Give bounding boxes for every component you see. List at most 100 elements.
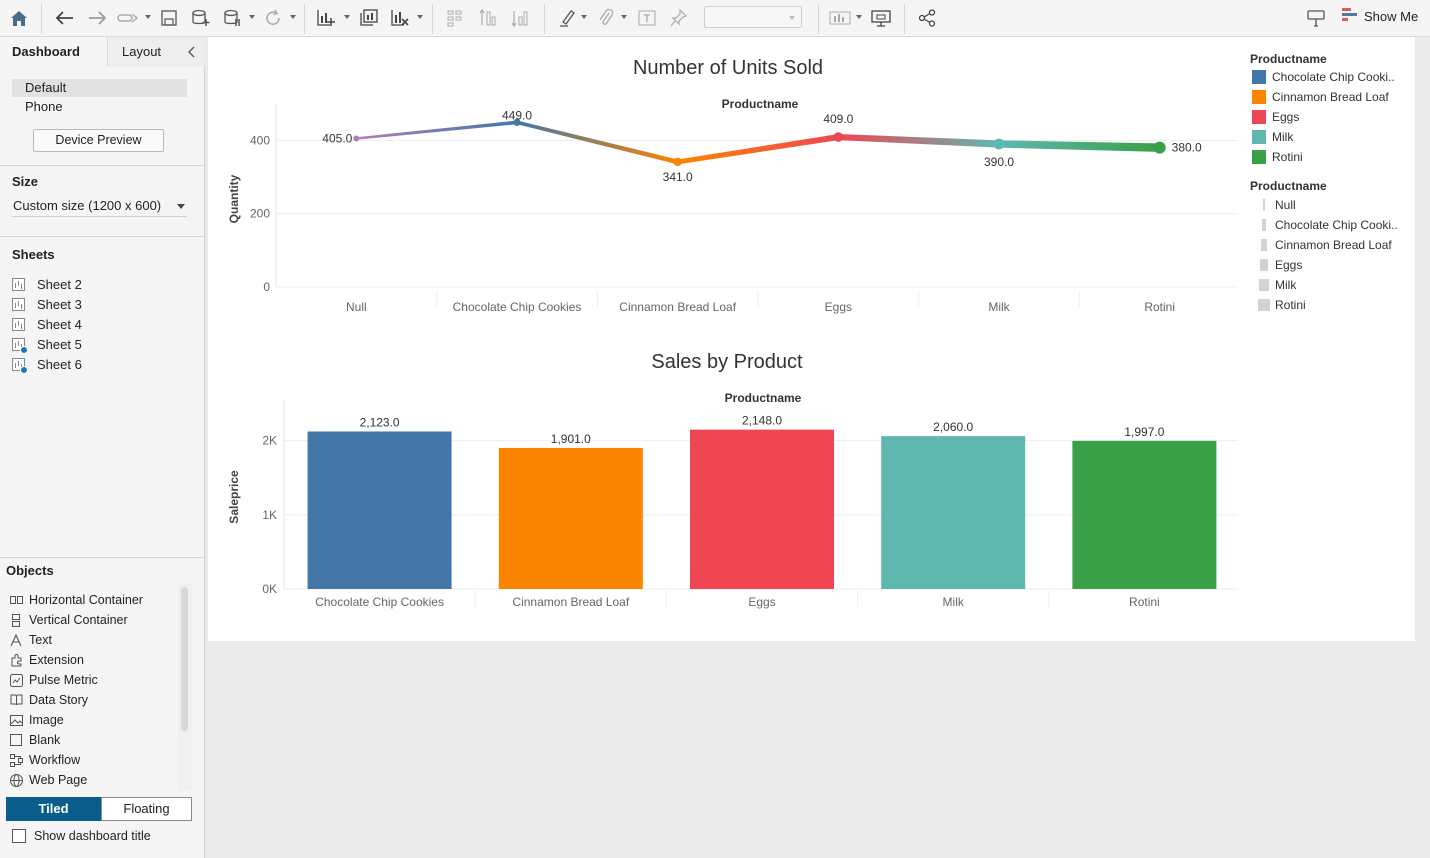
highlight-icon[interactable] (556, 6, 578, 30)
fit-dropdown-caret[interactable] (856, 15, 862, 19)
object-item[interactable]: Data Story (9, 691, 88, 709)
device-preview-button[interactable]: Device Preview (33, 129, 164, 152)
pause-dropdown-caret[interactable] (249, 15, 255, 19)
workflow-icon (9, 753, 23, 767)
sheet-label: Sheet 6 (37, 356, 82, 372)
legend-label: Eggs (1275, 258, 1303, 272)
swap-icon[interactable] (444, 6, 466, 30)
tiled-button[interactable]: Tiled (6, 797, 101, 821)
bar-chart: 0K 1K 2K Saleprice 2,123.0 Chocolate Chip Coo… (227, 399, 1238, 609)
show-dashboard-title-toggle[interactable]: Show dashboard title (12, 829, 151, 843)
color-legend-item[interactable]: Cinnamon Bread Loaf (1252, 90, 1389, 104)
sheet-item[interactable]: Sheet 2 (12, 275, 82, 293)
clear-dropdown-caret[interactable] (417, 15, 423, 19)
object-label: Text (29, 633, 52, 647)
object-item[interactable]: Horizontal Container (9, 591, 143, 609)
legend-label: Chocolate Chip Cooki.. (1275, 218, 1398, 232)
size-legend-item[interactable]: Cinnamon Bread Loaf (1261, 238, 1392, 252)
sheet-label: Sheet 2 (37, 276, 82, 292)
toolbar-separator (432, 4, 433, 34)
sheet-item[interactable]: Sheet 6 (12, 355, 82, 374)
object-item[interactable]: Pulse Metric (9, 671, 98, 689)
object-item[interactable]: Workflow (9, 751, 80, 769)
replay-icon[interactable] (116, 6, 140, 30)
worksheet-icon (12, 297, 25, 311)
new-worksheet-icon[interactable] (314, 6, 338, 30)
duplicate-icon[interactable] (357, 6, 381, 30)
home-icon[interactable] (8, 6, 30, 30)
color-legend-item[interactable]: Eggs (1252, 110, 1299, 124)
object-item[interactable]: Web Page (9, 771, 87, 789)
object-item[interactable]: Image (9, 711, 64, 729)
sort-asc-icon[interactable] (477, 6, 499, 30)
show-title-checkbox[interactable] (12, 829, 26, 843)
object-item[interactable]: Vertical Container (9, 611, 128, 629)
save-icon[interactable] (159, 6, 179, 30)
size-legend-item[interactable]: Null (1263, 198, 1296, 212)
color-legend-item[interactable]: Rotini (1252, 150, 1303, 164)
bar (307, 431, 452, 589)
undo-icon[interactable] (54, 6, 76, 30)
device-phone[interactable]: Phone (12, 98, 187, 116)
show-me-button[interactable]: Show Me (1342, 8, 1418, 25)
object-label: Horizontal Container (29, 593, 143, 607)
horizontal-container-icon (9, 593, 23, 607)
object-item[interactable]: Text (9, 631, 52, 649)
sheet-item[interactable]: Sheet 4 (12, 315, 82, 333)
share-icon[interactable] (916, 6, 938, 30)
object-item[interactable]: Blank (9, 731, 60, 749)
divider (0, 165, 205, 166)
object-item[interactable]: Extension (9, 651, 84, 669)
collapse-panel-icon[interactable] (188, 45, 196, 61)
objects-scrollbar[interactable] (181, 587, 188, 731)
refresh-icon[interactable] (262, 6, 284, 30)
format-select[interactable] (704, 6, 802, 28)
highlight-dropdown-caret[interactable] (581, 15, 587, 19)
sheet-label: Sheet 4 (37, 316, 82, 332)
worksheet-in-use-icon (12, 357, 28, 374)
size-legend-item[interactable]: Milk (1259, 278, 1296, 292)
color-legend-item[interactable]: Chocolate Chip Cooki.. (1252, 70, 1395, 84)
pin-icon[interactable] (668, 6, 690, 30)
pause-updates-icon[interactable] (222, 6, 244, 30)
replay-dropdown-caret[interactable] (145, 15, 151, 19)
refresh-dropdown-caret[interactable] (290, 15, 296, 19)
size-value: Custom size (1200 x 600) (13, 198, 162, 213)
legend-label: Rotini (1275, 298, 1306, 312)
floating-button[interactable]: Floating (101, 797, 192, 821)
color-legend-item[interactable]: Milk (1252, 130, 1293, 144)
size-legend-item[interactable]: Rotini (1258, 298, 1306, 312)
redo-icon[interactable] (86, 6, 108, 30)
sort-desc-icon[interactable] (509, 6, 531, 30)
divider (0, 236, 205, 237)
fit-icon[interactable] (828, 6, 852, 30)
left-panel: Dashboard Layout Default Phone Device Pr… (0, 37, 205, 858)
clear-icon[interactable] (388, 6, 412, 30)
size-dropdown[interactable]: Custom size (1200 x 600) (12, 197, 187, 217)
tab-dashboard[interactable]: Dashboard (0, 37, 108, 66)
group-dropdown-caret[interactable] (621, 15, 627, 19)
show-me-icon (1342, 8, 1358, 25)
size-swatch (1259, 279, 1269, 291)
new-worksheet-dropdown-caret[interactable] (344, 15, 350, 19)
label-icon[interactable] (636, 6, 658, 30)
size-legend-item[interactable]: Eggs (1260, 258, 1302, 272)
presentation-icon[interactable] (870, 6, 892, 30)
new-datasource-icon[interactable] (190, 6, 212, 30)
size-legend-item[interactable]: Chocolate Chip Cooki.. (1262, 218, 1398, 232)
worksheet-icon (12, 277, 25, 291)
web-page-icon (9, 773, 23, 787)
size-swatch (1261, 239, 1267, 251)
group-icon[interactable] (595, 6, 617, 30)
toolbar-separator (904, 4, 905, 34)
vertical-container-icon (9, 613, 23, 627)
size-swatch (1258, 299, 1270, 311)
sheet-item[interactable]: Sheet 5 (12, 335, 82, 354)
data-label: 1,901.0 (551, 432, 591, 446)
sheet-item[interactable]: Sheet 3 (12, 295, 82, 313)
x-tick-label: Eggs (748, 595, 775, 609)
device-default[interactable]: Default (12, 79, 187, 97)
size-swatch (1263, 199, 1265, 211)
chevron-down-icon (177, 204, 185, 209)
tooltip-icon[interactable] (1305, 6, 1327, 30)
